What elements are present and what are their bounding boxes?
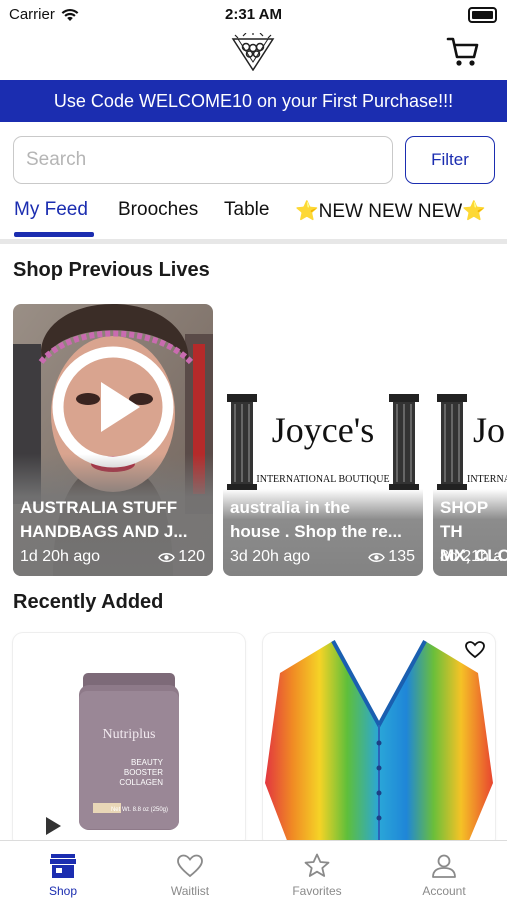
live-title: australia in the house . Shop the re... [230, 498, 402, 541]
bottom-nav: Shop Waitlist Favorites Account [0, 840, 507, 901]
nav-favorites[interactable]: Favorites [254, 841, 380, 901]
tab-table[interactable]: Table [224, 199, 269, 221]
live-meta: 3d 20h ago 135 [230, 548, 415, 566]
boutique-logo-subtext: INTERNATIONAL BOUTIQUE [256, 474, 389, 485]
live-time: 3d 20h ago [230, 548, 311, 565]
search-input[interactable] [13, 136, 393, 184]
nav-label: Waitlist [170, 884, 210, 898]
cart-icon[interactable] [446, 36, 480, 68]
section-title-recently-added: Recently Added [13, 591, 164, 613]
live-views: 120 [158, 548, 205, 566]
active-tab-indicator [14, 232, 94, 237]
clock: 2:31 AM [225, 6, 282, 23]
view-count: 120 [178, 548, 205, 565]
nav-label: Favorites [292, 884, 342, 898]
live-meta: 8d 21h a [440, 548, 502, 566]
product-net-weight: Net Wt. 8.8 oz (250g) [111, 807, 168, 813]
nav-shop[interactable]: Shop [0, 841, 126, 901]
nav-waitlist[interactable]: Waitlist [127, 841, 253, 901]
tab-my-feed[interactable]: My Feed [14, 199, 88, 221]
live-meta: 1d 20h ago 120 [20, 548, 205, 566]
eye-icon [158, 552, 176, 562]
live-views: 135 [368, 548, 415, 566]
live-card[interactable]: Jo INTERNA SHOP TH MX, CLC 8d 21h a [433, 304, 507, 576]
boutique-logo-text: Jo [473, 410, 505, 450]
tabs-divider [0, 239, 507, 244]
product-brand-text: Nutriplus [103, 727, 156, 742]
view-count: 135 [388, 548, 415, 565]
product-image [265, 640, 493, 843]
promo-banner[interactable]: Use Code WELCOME10 on your First Purchas… [0, 80, 507, 122]
heart-icon [177, 854, 203, 878]
live-time: 1d 20h ago [20, 548, 101, 565]
boutique-logo-subtext: INTERNA [467, 474, 507, 485]
app-header [0, 30, 507, 80]
nav-account[interactable]: Account [381, 841, 507, 901]
status-bar: Carrier 2:31 AM [0, 0, 507, 30]
favorite-heart-icon[interactable] [465, 641, 485, 659]
nav-label: Account [422, 884, 466, 898]
live-card[interactable]: AUSTRALIA STUFF HANDBAGS AND J... 1d 20h… [13, 304, 213, 576]
promo-text: Use Code WELCOME10 on your First Purchas… [53, 90, 454, 111]
product-card[interactable] [263, 633, 495, 848]
brand-logo-icon [231, 33, 275, 71]
tab-new-new-new[interactable]: ⭐NEW NEW NEW⭐ [295, 199, 486, 223]
filter-label: Filter [431, 150, 469, 169]
section-title-previous-lives: Shop Previous Lives [13, 259, 210, 281]
product-card[interactable]: Nutriplus BEAUTY BOOSTER COLLAGEN Net Wt… [13, 633, 245, 848]
tab-brooches[interactable]: Brooches [118, 199, 198, 221]
battery-icon [468, 7, 497, 23]
boutique-logo-text: Joyce's [272, 410, 374, 450]
product-label-line: BEAUTY [131, 758, 164, 767]
filter-button[interactable]: Filter [405, 136, 495, 184]
eye-icon [368, 552, 386, 562]
shop-icon [50, 854, 76, 878]
live-time: 8d 21h a [440, 548, 503, 565]
live-title: AUSTRALIA STUFF HANDBAGS AND J... [20, 498, 188, 541]
live-card[interactable]: Joyce's INTERNATIONAL BOUTIQUE australia… [223, 304, 423, 576]
account-icon [432, 854, 456, 878]
product-label-line: BOOSTER [124, 768, 163, 777]
nav-label: Shop [48, 884, 78, 898]
play-icon[interactable] [43, 816, 63, 836]
product-label-line: COLLAGEN [119, 778, 163, 787]
star-icon [304, 853, 330, 877]
